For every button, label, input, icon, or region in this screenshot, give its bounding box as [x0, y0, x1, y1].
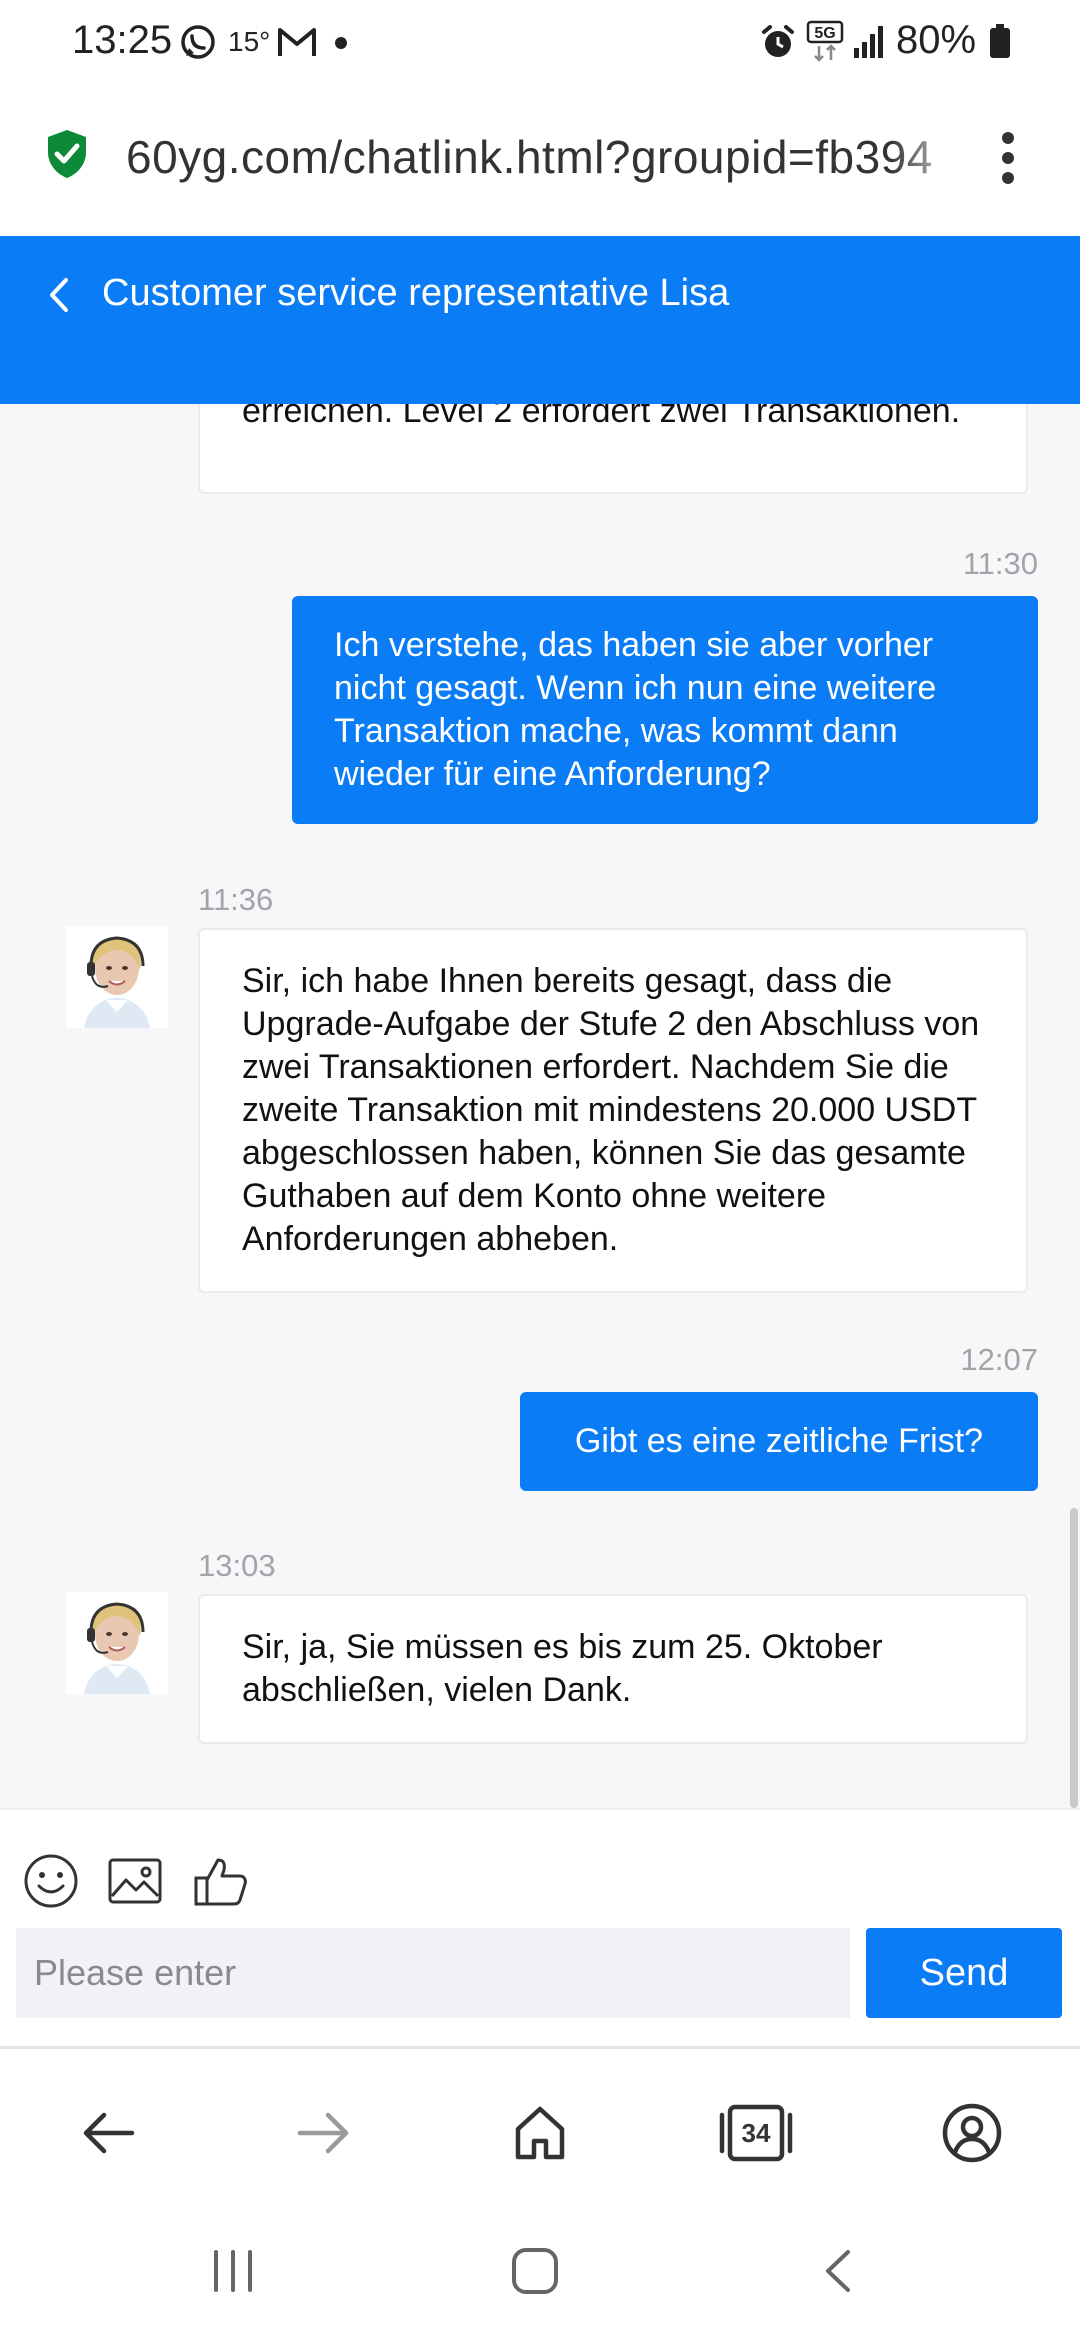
message-bubble-incoming: erreichen. Level 2 erfordert zwei Transa… [198, 404, 1028, 494]
signal-icon [852, 22, 886, 67]
url-address[interactable]: 60yg.com/chatlink.html?groupid=fb394 [126, 130, 946, 184]
system-home-icon[interactable] [510, 2246, 560, 2301]
back-chevron-icon[interactable] [40, 272, 80, 323]
more-menu-icon[interactable] [998, 130, 1018, 191]
thumbs-up-icon[interactable] [192, 1852, 250, 1915]
message-text: erreichen. Level 2 erfordert zwei Transa… [242, 404, 961, 430]
message-timestamp: 11:36 [198, 882, 274, 917]
tabs-count: 34 [741, 2118, 771, 2148]
status-temperature: 15° [228, 26, 271, 57]
notification-dot-icon [334, 36, 348, 55]
network-5g-icon: 5G [806, 20, 846, 69]
url-fade [890, 124, 970, 194]
secure-shield-icon [44, 128, 90, 185]
account-icon[interactable] [932, 2093, 1012, 2173]
message-text: Ich verstehe, das haben sie aber vorher … [334, 626, 937, 793]
system-navigation-bar [0, 2206, 1080, 2340]
battery-percent: 80% [896, 18, 977, 62]
status-time: 13:25 [72, 18, 173, 62]
chat-title: Customer service representative Lisa [102, 272, 730, 314]
message-timestamp: 11:30 [962, 546, 1038, 581]
send-button[interactable]: Send [866, 1928, 1062, 2018]
battery-icon [988, 22, 1012, 67]
forward-arrow-icon[interactable] [284, 2093, 364, 2173]
emoji-icon[interactable] [22, 1852, 80, 1915]
message-composer: Send [0, 1808, 1080, 2046]
message-bubble-incoming: Sir, ja, Sie müssen es bis zum 25. Oktob… [198, 1594, 1028, 1744]
system-back-icon[interactable] [818, 2246, 858, 2301]
svg-text:5G: 5G [814, 25, 835, 42]
tabs-icon[interactable]: 34 [716, 2093, 796, 2173]
browser-url-bar: 60yg.com/chatlink.html?groupid=fb394 [0, 84, 1080, 236]
message-bubble-incoming: Sir, ich habe Ihnen bereits gesagt, dass… [198, 928, 1028, 1293]
message-timestamp: 13:03 [198, 1548, 276, 1583]
message-text: Sir, ja, Sie müssen es bis zum 25. Oktob… [242, 1628, 883, 1709]
alarm-icon [758, 22, 798, 67]
message-bubble-outgoing: Ich verstehe, das haben sie aber vorher … [292, 596, 1038, 824]
whatsapp-icon [178, 22, 218, 67]
message-text: Gibt es eine zeitliche Frist? [574, 1422, 984, 1460]
status-bar: 13:25 15° 5G 80% [0, 0, 1080, 84]
recent-apps-icon[interactable] [210, 2246, 256, 2301]
browser-toolbar: 34 [0, 2046, 1080, 2206]
image-icon[interactable] [106, 1852, 164, 1915]
message-text: Sir, ich habe Ihnen bereits gesagt, dass… [242, 962, 980, 1258]
agent-avatar[interactable] [66, 926, 168, 1028]
message-timestamp: 12:07 [960, 1342, 1038, 1377]
chat-scrollbar[interactable] [1070, 1508, 1078, 1808]
gmail-icon [276, 22, 318, 67]
agent-avatar[interactable] [66, 1592, 168, 1694]
chat-messages[interactable]: erreichen. Level 2 erfordert zwei Transa… [0, 404, 1080, 1808]
home-icon[interactable] [500, 2093, 580, 2173]
screen: 13:25 15° 5G 80% 60yg.com/chatlink.html?… [0, 0, 1080, 2340]
back-arrow-icon[interactable] [68, 2093, 148, 2173]
message-input[interactable] [16, 1928, 850, 2018]
message-bubble-outgoing: Gibt es eine zeitliche Frist? [520, 1392, 1038, 1491]
chat-header: Customer service representative Lisa [0, 236, 1080, 404]
